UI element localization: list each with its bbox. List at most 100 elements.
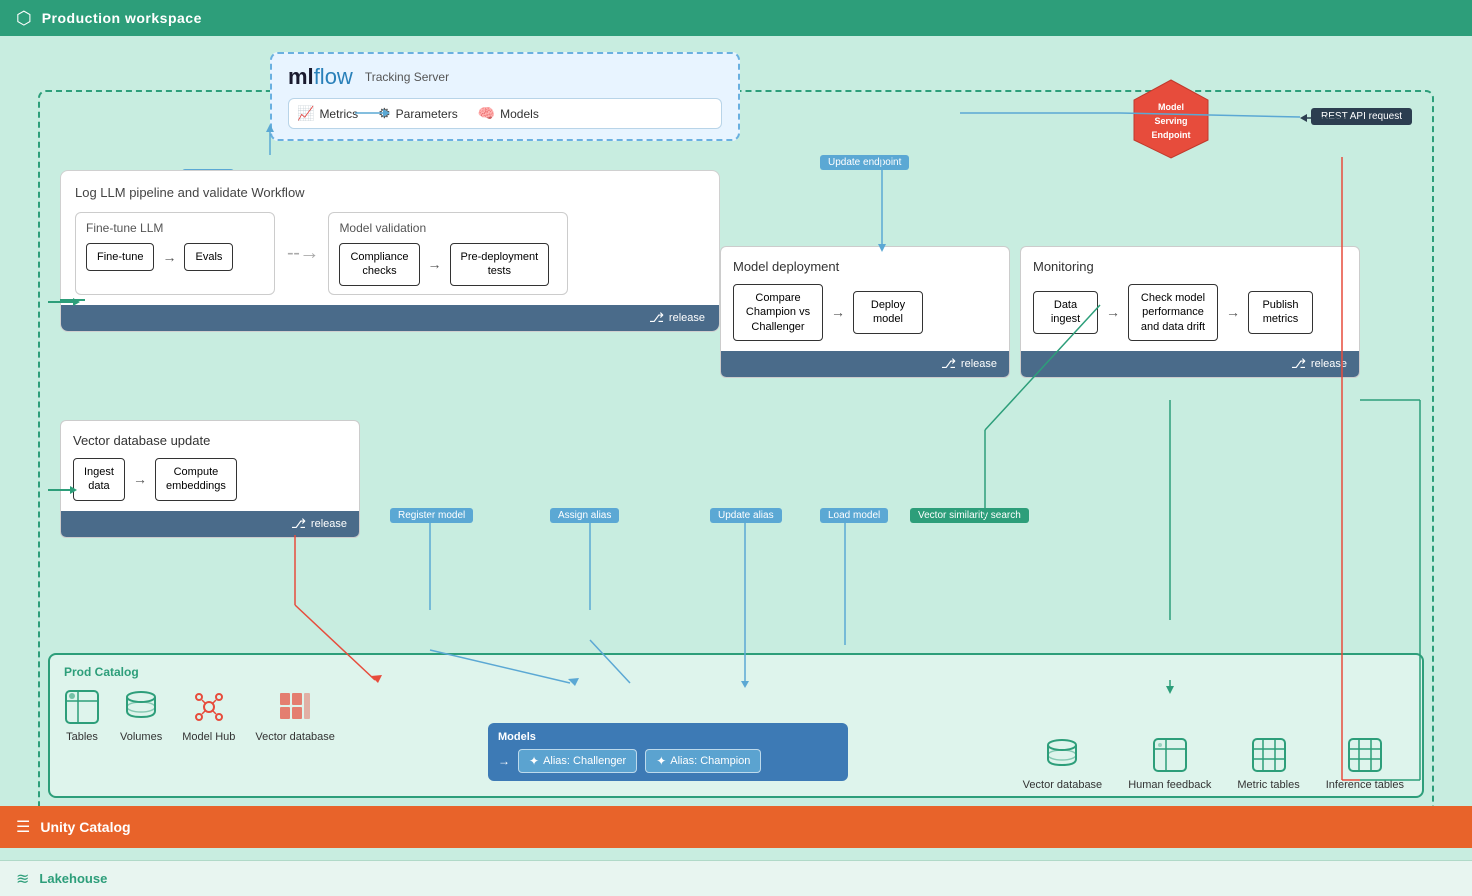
monitoring-release-text: release: [1311, 358, 1347, 370]
hexagon-svg: Model Serving Endpoint: [1130, 78, 1212, 160]
deployment-flow: CompareChampion vsChallenger → Deploymod…: [733, 284, 997, 341]
workflow-sections: Fine-tune LLM Fine-tune → Evals - - → Mo…: [75, 212, 705, 295]
catalog-metric-tables: Metric tables: [1237, 737, 1299, 791]
publish-metrics-step: Publishmetrics: [1248, 291, 1313, 334]
mlflow-models: 🧠 Models: [478, 105, 539, 122]
vector-db-left-icon: [277, 689, 313, 725]
workflow-release-text: release: [669, 312, 705, 324]
catalog-volumes: Volumes: [120, 689, 162, 743]
catalog-human-feedback: Human feedback: [1128, 737, 1211, 791]
champion-icon: ✦: [656, 754, 666, 768]
lakehouse-title: Lakehouse: [39, 871, 107, 886]
assign-alias-badge-wrap: Assign alias: [550, 505, 619, 523]
load-model-badge-wrap: Load model: [820, 505, 888, 523]
mlflow-metrics: 📈 Metrics: [297, 105, 358, 122]
model-hub-icon: [191, 689, 227, 725]
challenger-icon: ✦: [529, 754, 539, 768]
mlflow-tracking-box: mlflow Tracking Server 📈 Metrics ⚙ Param…: [270, 52, 740, 141]
deployment-release-text: release: [961, 358, 997, 370]
svg-text:Serving: Serving: [1154, 116, 1187, 126]
deployment-title: Model deployment: [733, 259, 997, 274]
monitoring-release-bar: ⎇ release: [1021, 351, 1359, 377]
model-validation-section: Model validation Compliancechecks → Pre-…: [328, 212, 568, 295]
catalog-vector-db-right: Vector database: [1023, 737, 1103, 791]
vector-similarity-badge: Vector similarity search: [910, 508, 1029, 523]
arrow-2: →: [428, 256, 442, 272]
fine-tune-flow: Fine-tune → Evals: [86, 243, 264, 271]
fine-tune-section: Fine-tune LLM Fine-tune → Evals: [75, 212, 275, 295]
workspace-title: Production workspace: [42, 10, 202, 26]
compute-embeddings-step: Computeembeddings: [155, 458, 237, 501]
model-aliases-row: → ✦ Alias: Challenger ✦ Alias: Champion: [498, 749, 838, 773]
right-catalog-items: Vector database Human feedback Metric ta…: [1023, 737, 1404, 791]
update-alias-badge-wrap: Update alias: [710, 505, 782, 523]
metric-tables-icon: [1251, 737, 1287, 773]
prod-catalog-header: Prod Catalog: [50, 655, 1422, 681]
model-deployment-box: Model deployment CompareChampion vsChall…: [720, 246, 1010, 378]
model-validation-title: Model validation: [339, 221, 557, 235]
deployment-release-icon: ⎇: [941, 356, 956, 372]
deployment-release-bar: ⎇ release: [721, 351, 1009, 377]
catalog-inference-tables: Inference tables: [1326, 737, 1404, 791]
unity-catalog-title: Unity Catalog: [40, 819, 130, 835]
workflow-release-bar: ⎇ release: [61, 305, 719, 331]
arrow-1: →: [162, 249, 176, 265]
vector-update-flow: Ingestdata → Computeembeddings: [73, 458, 347, 501]
workflow-title: Log LLM pipeline and validate Workflow: [75, 185, 705, 200]
load-model-badge: Load model: [820, 508, 888, 523]
update-alias-badge: Update alias: [710, 508, 782, 523]
alias-challenger-badge: ✦ Alias: Challenger: [518, 749, 637, 773]
check-model-step: Check modelperformanceand data drift: [1128, 284, 1218, 341]
mlflow-logo: mlflow: [288, 64, 353, 90]
mlflow-parameters: ⚙ Parameters: [378, 105, 458, 122]
top-bar: ⬡ Production workspace: [0, 0, 1472, 36]
model-validation-flow: Compliancechecks → Pre-deploymenttests: [339, 243, 557, 286]
workflow-release-icon: ⎇: [649, 310, 664, 326]
evals-step: Evals: [184, 243, 233, 271]
workspace-icon: ⬡: [16, 8, 32, 29]
vector-release-bar: ⎇ release: [61, 511, 359, 537]
vector-update-box: Vector database update Ingestdata → Comp…: [60, 420, 360, 538]
parameters-icon: ⚙: [378, 105, 391, 122]
monitoring-title: Monitoring: [1033, 259, 1347, 274]
fine-tune-title: Fine-tune LLM: [86, 221, 264, 235]
models-inner-box: Models → ✦ Alias: Challenger ✦ Alias: Ch…: [488, 723, 848, 781]
assign-alias-badge: Assign alias: [550, 508, 619, 523]
register-model-badge: Register model: [390, 508, 473, 523]
alias-champion-badge: ✦ Alias: Champion: [645, 749, 761, 773]
register-model-badge-wrap: Register model: [390, 505, 473, 523]
arrow-6: →: [133, 471, 147, 487]
unity-catalog-bar: ☰ Unity Catalog: [0, 806, 1472, 848]
models-box-title: Models: [498, 731, 838, 743]
vector-release-text: release: [311, 518, 347, 530]
rest-api-badge: REST API request: [1311, 108, 1412, 125]
ingest-data-step: Ingestdata: [73, 458, 125, 501]
lakehouse-bar: ≋ Lakehouse: [0, 860, 1472, 896]
metrics-icon: 📈: [297, 105, 314, 122]
catalog-vector-db-left: Vector database: [255, 689, 335, 743]
prod-catalog-title: Prod Catalog: [64, 665, 139, 679]
mlflow-items-row: 📈 Metrics ⚙ Parameters 🧠 Models: [288, 98, 722, 129]
vector-update-title: Vector database update: [73, 433, 347, 448]
serving-endpoint-container: Model Serving Endpoint: [1130, 78, 1212, 160]
arrow-5: →: [1226, 304, 1240, 320]
lakehouse-icon: ≋: [16, 869, 29, 889]
compliance-checks-step: Compliancechecks: [339, 243, 419, 286]
monitoring-flow: Dataingest → Check modelperformanceand d…: [1033, 284, 1347, 341]
svg-text:Endpoint: Endpoint: [1152, 130, 1191, 140]
vector-similarity-badge-wrap: Vector similarity search: [910, 505, 1029, 523]
dashed-separator: - - →: [287, 212, 316, 295]
tables-icon: [64, 689, 100, 725]
vector-release-icon: ⎇: [291, 516, 306, 532]
workflow-outer-box: Log LLM pipeline and validate Workflow F…: [60, 170, 720, 332]
fine-tune-step: Fine-tune: [86, 243, 154, 271]
compare-champion-step: CompareChampion vsChallenger: [733, 284, 823, 341]
monitoring-release-icon: ⎇: [1291, 356, 1306, 372]
inference-tables-icon: [1347, 737, 1383, 773]
update-endpoint-badge: Update endpoint: [820, 155, 909, 170]
arrow-4: →: [1106, 304, 1120, 320]
tracking-server-label: Tracking Server: [365, 70, 449, 84]
volumes-icon: [123, 689, 159, 725]
arrow-alias: →: [498, 754, 510, 768]
human-feedback-icon: [1152, 737, 1188, 773]
